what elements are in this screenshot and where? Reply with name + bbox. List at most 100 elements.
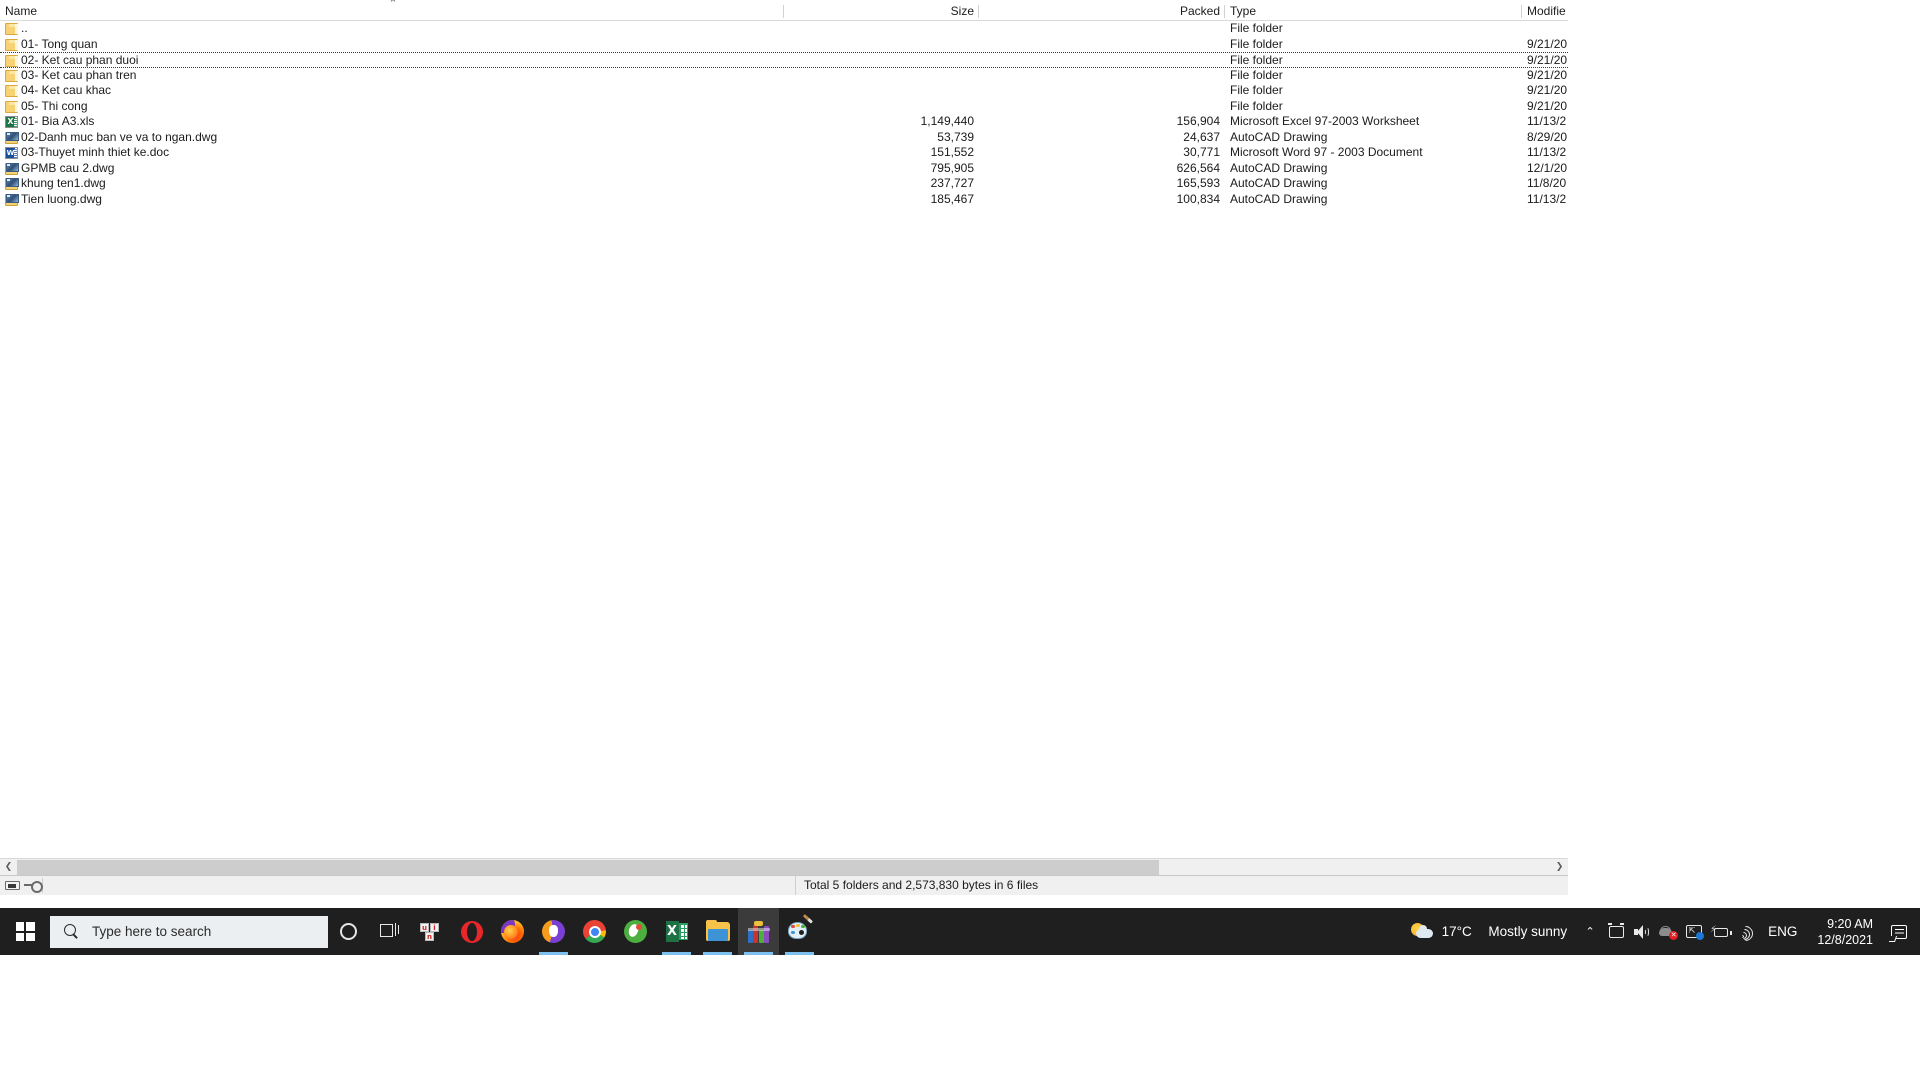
cell-name[interactable]: 03-Thuyet minh thiet ke.doc xyxy=(5,145,780,161)
dwg-icon xyxy=(5,162,19,175)
table-row[interactable]: 01- Tong quan File folder 9/21/20 xyxy=(0,37,1568,53)
cell-name[interactable]: 04- Ket cau khac xyxy=(5,83,780,99)
cell-size xyxy=(784,37,974,53)
taskbar-search-box[interactable]: Type here to search xyxy=(50,915,328,948)
column-header-size[interactable]: Size xyxy=(784,3,979,20)
cell-size xyxy=(784,53,974,69)
cell-type: File folder xyxy=(1230,53,1283,67)
show-hidden-icons-chevron-up-icon[interactable]: ⌃ xyxy=(1577,908,1603,955)
cell-type: File folder xyxy=(1230,83,1283,97)
table-row[interactable]: 04- Ket cau khac File folder 9/21/20 xyxy=(0,83,1568,99)
table-row[interactable]: 02- Ket cau phan duoi File folder 9/21/20 xyxy=(0,52,1568,68)
taskbar-item-avast[interactable] xyxy=(533,908,574,955)
scrollbar-thumb[interactable] xyxy=(17,860,1159,875)
cell-name[interactable]: 05- Thi cong xyxy=(5,99,780,115)
language-indicator[interactable]: ENG xyxy=(1759,908,1806,955)
table-row[interactable]: 03- Ket cau phan tren File folder 9/21/20 xyxy=(0,68,1568,84)
wifi-icon[interactable] xyxy=(1733,908,1759,955)
cell-name[interactable]: 02- Ket cau phan duoi xyxy=(5,53,780,69)
key-icon[interactable] xyxy=(24,881,43,893)
table-row[interactable]: GPMB cau 2.dwg 795,905 626,564 AutoCAD Draw… xyxy=(0,161,1568,177)
cell-size xyxy=(784,99,974,115)
scroll-left-arrow-icon[interactable]: ❮ xyxy=(0,859,17,876)
table-row[interactable]: 01- Bia A3.xls 1,149,440 156,904 Microsoft … xyxy=(0,114,1568,130)
search-placeholder-text: Type here to search xyxy=(92,924,212,939)
cell-name[interactable]: 03- Ket cau phan tren xyxy=(5,68,780,84)
cell-size: 795,905 xyxy=(930,160,974,175)
cell-type: AutoCAD Drawing xyxy=(1230,191,1328,206)
taskbar-item-cortana[interactable] xyxy=(328,908,369,955)
cell-name[interactable]: GPMB cau 2.dwg xyxy=(5,161,780,177)
cell-name[interactable]: 01- Tong quan xyxy=(5,37,780,53)
taskbar-app-icons: uin X xyxy=(328,908,820,955)
column-header-name[interactable]: Name xyxy=(0,3,784,20)
file-explorer-icon xyxy=(705,920,730,941)
horizontal-scrollbar[interactable]: ❮ ❯ xyxy=(0,858,1568,876)
taskbar-item-paint[interactable] xyxy=(779,908,820,955)
disk-icon[interactable] xyxy=(5,881,20,890)
notification-icon xyxy=(1891,924,1907,939)
clock-time: 9:20 AM xyxy=(1827,916,1873,931)
taskbar-item-chrome[interactable] xyxy=(574,908,615,955)
paint-icon xyxy=(788,913,814,943)
table-row[interactable]: 03-Thuyet minh thiet ke.doc 151,552 30,771… xyxy=(0,145,1568,161)
weather-description: Mostly sunny xyxy=(1488,924,1568,939)
cortana-icon xyxy=(340,923,357,940)
table-row[interactable]: 02-Danh muc ban ve va to ngan.dwg 53,739 2… xyxy=(0,130,1568,146)
winrar-icon xyxy=(747,920,770,943)
taskbar-item-opera[interactable] xyxy=(451,908,492,955)
cell-name[interactable]: 02-Danh muc ban ve va to ngan.dwg xyxy=(5,130,780,146)
column-header-packed[interactable]: Packed xyxy=(979,3,1225,20)
column-header-type[interactable]: Type xyxy=(1225,3,1522,20)
xls-icon xyxy=(5,116,18,128)
microphone-muted-icon[interactable]: ✕ xyxy=(1655,908,1681,955)
cell-size xyxy=(784,21,974,37)
taskbar-weather-widget[interactable]: 17°C Mostly sunny xyxy=(1405,908,1577,955)
cell-type: File folder xyxy=(1230,36,1283,51)
folder-icon xyxy=(5,55,18,67)
cell-size xyxy=(784,68,974,84)
file-name-label: 05- Thi cong xyxy=(21,98,88,113)
taskbar-item-task-view[interactable] xyxy=(369,908,410,955)
status-icon-group xyxy=(3,878,43,893)
file-list[interactable]: .. File folder 01- Tong quan File folder 9/2… xyxy=(0,21,1568,858)
start-button[interactable] xyxy=(0,908,50,955)
cell-packed xyxy=(979,68,1220,84)
taskbar-item-excel[interactable]: X xyxy=(656,908,697,955)
folder-icon xyxy=(5,69,18,82)
clock-date: 12/8/2021 xyxy=(1817,932,1873,947)
cell-size: 151,552 xyxy=(930,145,974,159)
table-row[interactable]: khung ten1.dwg 237,727 165,593 AutoCAD Draw… xyxy=(0,176,1568,192)
table-row[interactable]: .. File folder xyxy=(0,21,1568,37)
scroll-right-arrow-icon[interactable]: ❯ xyxy=(1551,859,1568,876)
cell-name[interactable]: khung ten1.dwg xyxy=(5,176,780,192)
taskbar-item-unikey[interactable]: uin xyxy=(410,908,451,955)
cell-size: 185,467 xyxy=(930,191,974,206)
table-row[interactable]: 05- Thi cong File folder 9/21/20 xyxy=(0,99,1568,115)
cell-packed xyxy=(979,21,1220,37)
volume-icon[interactable] xyxy=(1629,908,1655,955)
file-name-label: Tien luong.dwg xyxy=(21,191,102,206)
meet-now-icon[interactable] xyxy=(1603,908,1629,955)
clock-widget[interactable]: 9:20 AM 12/8/2021 xyxy=(1806,908,1884,955)
battery-charging-icon[interactable]: ⚡ xyxy=(1707,908,1733,955)
onedrive-icon[interactable]: ⇱ xyxy=(1681,908,1707,955)
cell-name[interactable]: .. xyxy=(5,21,780,37)
taskbar-item-file-explorer[interactable] xyxy=(697,908,738,955)
cell-packed: 165,593 xyxy=(1176,176,1220,190)
task-view-icon xyxy=(380,923,399,939)
cell-name[interactable]: Tien luong.dwg xyxy=(5,192,780,208)
cell-packed: 24,637 xyxy=(1183,129,1220,144)
table-row[interactable]: Tien luong.dwg 185,467 100,834 AutoCAD Draw… xyxy=(0,192,1568,208)
column-header-row: Name Size Packed Type Modifie xyxy=(0,3,1568,21)
file-name-label: khung ten1.dwg xyxy=(21,176,106,190)
cell-name[interactable]: 01- Bia A3.xls xyxy=(5,114,780,130)
cell-packed: 100,834 xyxy=(1176,191,1220,206)
action-center-button[interactable] xyxy=(1884,908,1914,955)
folder-icon xyxy=(5,85,18,97)
file-name-label: 02-Danh muc ban ve va to ngan.dwg xyxy=(21,129,218,144)
taskbar-item-coccoc[interactable] xyxy=(615,908,656,955)
taskbar-item-winrar[interactable] xyxy=(738,908,779,955)
taskbar-item-firefox[interactable] xyxy=(492,908,533,955)
chrome-icon xyxy=(583,920,606,943)
